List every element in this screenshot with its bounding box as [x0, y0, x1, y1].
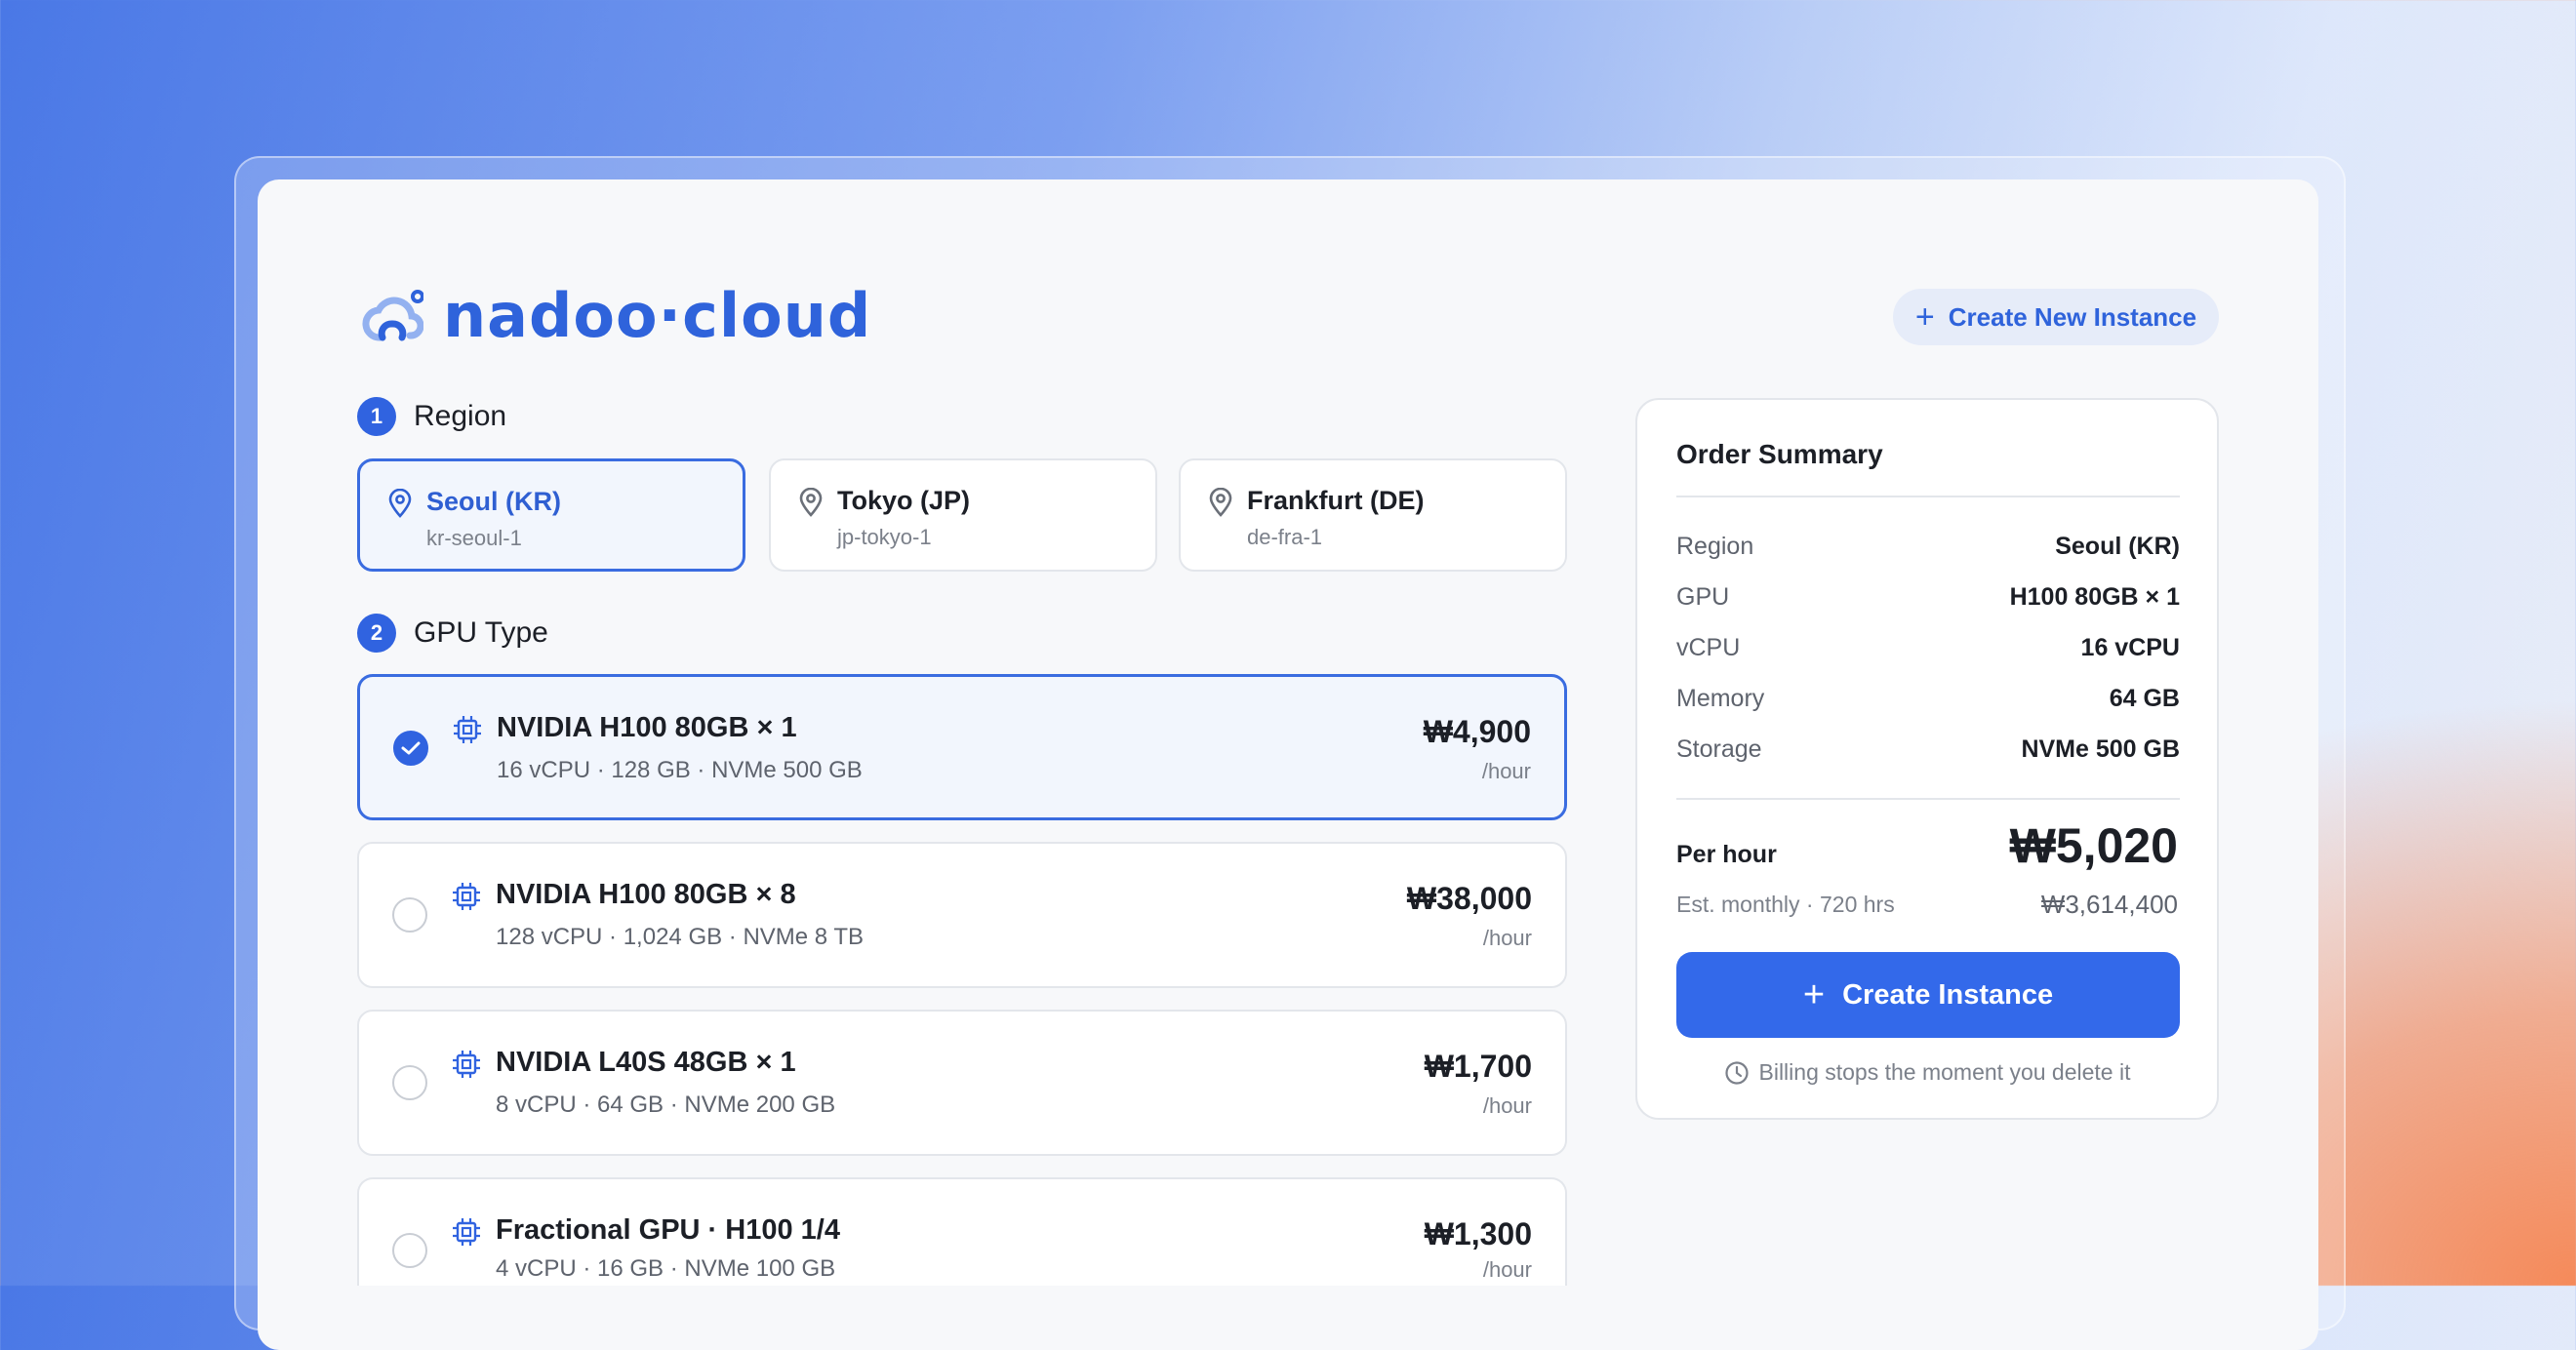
radio-checked[interactable] — [393, 731, 428, 766]
gpu-spec: 4 vCPU · 16 GB · NVMe 100 GB — [496, 1255, 836, 1282]
per-hour-label: Per hour — [1676, 841, 1777, 868]
gpu-option-h100-x8[interactable]: NVIDIA H100 80GB × 8 128 vCPU · 1,024 GB… — [357, 842, 1567, 988]
step-label: Region — [414, 400, 507, 432]
summary-row-memory: Memory 64 GB — [1676, 685, 2180, 713]
region-card-tokyo[interactable]: Tokyo (JP) jp-tokyo-1 — [769, 458, 1157, 572]
summary-key: Memory — [1676, 685, 1765, 712]
step-gpu-type: 2 GPU Type — [357, 614, 548, 653]
region-card-frankfurt[interactable]: Frankfurt (DE) de-fra-1 — [1179, 458, 1567, 572]
map-pin-icon — [799, 488, 823, 517]
summary-value: NVMe 500 GB — [2021, 735, 2180, 763]
map-pin-icon — [1209, 488, 1232, 517]
step-number: 2 — [357, 614, 396, 653]
gpu-option-l40s-x1[interactable]: NVIDIA L40S 48GB × 1 8 vCPU · 64 GB · NV… — [357, 1010, 1567, 1156]
create-new-instance-label: Create New Instance — [1948, 301, 2197, 332]
create-instance-label: Create Instance — [1842, 978, 2054, 1011]
gpu-price-unit: /hour — [1482, 1257, 1532, 1282]
summary-row-region: Region Seoul (KR) — [1676, 533, 2180, 561]
cloud-logo-icon — [362, 290, 423, 341]
create-new-instance-button[interactable]: + Create New Instance — [1893, 289, 2219, 345]
gpu-price-unit: /hour — [1481, 759, 1531, 783]
chip-icon — [454, 716, 481, 743]
gpu-price: ₩1,700 — [1424, 1049, 1532, 1084]
summary-row-gpu: GPU H100 80GB × 1 — [1676, 583, 2180, 612]
brand-name: nadoo·cloud — [443, 280, 872, 351]
step-label: GPU Type — [414, 616, 548, 649]
gpu-option-h100-x1[interactable]: NVIDIA H100 80GB × 1 16 vCPU · 128 GB · … — [357, 674, 1567, 820]
plus-icon: + — [1914, 298, 1935, 336]
region-name: Tokyo (JP) — [837, 486, 971, 515]
summary-key: Storage — [1676, 735, 1762, 763]
order-summary-title: Order Summary — [1676, 439, 1883, 469]
order-summary: Order Summary Region Seoul (KR) GPU H100… — [1635, 398, 2219, 1120]
monthly-estimate-label: Est. monthly · 720 hrs — [1676, 892, 1895, 917]
radio-unchecked[interactable] — [392, 1065, 427, 1100]
summary-value: Seoul (KR) — [2055, 533, 2180, 560]
region-code: de-fra-1 — [1247, 525, 1323, 549]
summary-value: H100 80GB × 1 — [2009, 583, 2180, 611]
step-number: 1 — [357, 397, 396, 436]
billing-note: Billing stops the moment you delete it — [1637, 1059, 2217, 1086]
step-region: 1 Region — [357, 397, 506, 436]
region-code: jp-tokyo-1 — [837, 525, 932, 549]
radio-unchecked[interactable] — [392, 1233, 427, 1268]
per-hour-value: ₩5,020 — [2009, 818, 2178, 873]
clock-icon — [1724, 1060, 1749, 1085]
gpu-price: ₩4,900 — [1423, 714, 1531, 749]
region-card-seoul[interactable]: Seoul (KR) kr-seoul-1 — [357, 458, 745, 572]
summary-key: Region — [1676, 533, 1754, 560]
gpu-price: ₩1,300 — [1424, 1216, 1532, 1251]
divider — [1676, 496, 2180, 497]
monthly-estimate-value: ₩3,614,400 — [2040, 890, 2178, 919]
summary-key: GPU — [1676, 583, 1730, 611]
gpu-spec: 16 vCPU · 128 GB · NVMe 500 GB — [497, 757, 863, 783]
summary-key: vCPU — [1676, 634, 1741, 661]
map-pin-icon — [388, 489, 412, 518]
summary-row-storage: Storage NVMe 500 GB — [1676, 735, 2180, 764]
check-icon — [401, 741, 421, 755]
radio-unchecked[interactable] — [392, 897, 427, 933]
chip-icon — [453, 1051, 480, 1078]
summary-row-vcpu: vCPU 16 vCPU — [1676, 634, 2180, 662]
billing-note-text: Billing stops the moment you delete it — [1758, 1059, 2131, 1085]
region-name: Frankfurt (DE) — [1247, 486, 1425, 515]
gpu-name: NVIDIA H100 80GB × 1 — [497, 712, 797, 743]
gpu-name: Fractional GPU · H100 1/4 — [496, 1214, 840, 1246]
chip-icon — [453, 1218, 480, 1246]
create-instance-button[interactable]: + Create Instance — [1676, 952, 2180, 1038]
chip-icon — [453, 883, 480, 910]
summary-value: 16 vCPU — [2080, 634, 2180, 661]
plus-icon: + — [1802, 974, 1826, 1015]
gpu-name: NVIDIA L40S 48GB × 1 — [496, 1047, 796, 1078]
divider — [1676, 798, 2180, 800]
region-code: kr-seoul-1 — [426, 526, 522, 550]
gpu-spec: 8 vCPU · 64 GB · NVMe 200 GB — [496, 1092, 836, 1118]
gpu-spec: 128 vCPU · 1,024 GB · NVMe 8 TB — [496, 924, 865, 950]
gpu-name: NVIDIA H100 80GB × 8 — [496, 879, 796, 910]
gpu-option-fractional-h100[interactable]: Fractional GPU · H100 1/4 4 vCPU · 16 GB… — [357, 1177, 1567, 1286]
summary-value: 64 GB — [2109, 685, 2180, 712]
gpu-price-unit: /hour — [1482, 926, 1532, 950]
region-name: Seoul (KR) — [426, 487, 561, 516]
gpu-price: ₩38,000 — [1406, 881, 1532, 916]
brand-logo: nadoo·cloud — [361, 281, 871, 351]
gpu-price-unit: /hour — [1482, 1093, 1532, 1118]
